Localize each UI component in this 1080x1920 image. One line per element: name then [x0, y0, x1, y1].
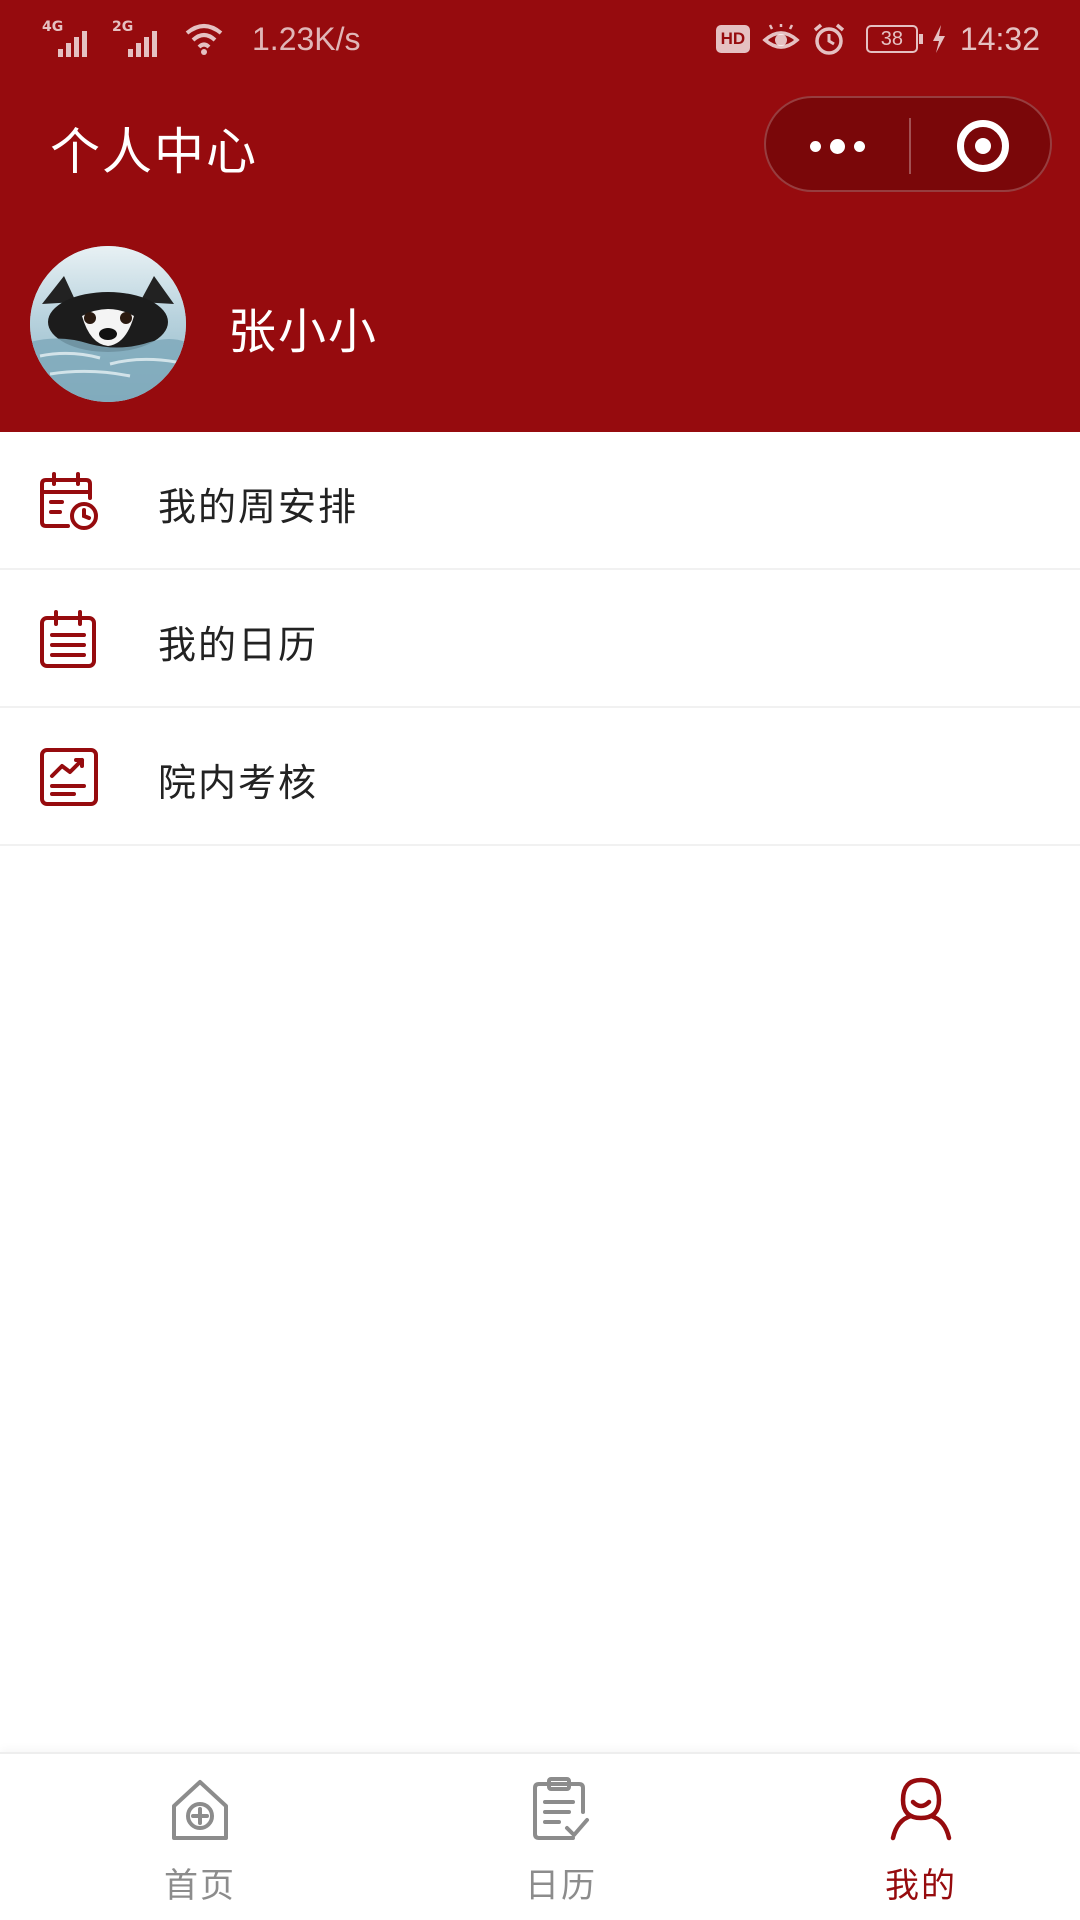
more-icon[interactable] — [766, 98, 909, 194]
avatar[interactable] — [30, 246, 186, 402]
calendar-list-icon — [40, 610, 96, 668]
signal-icon: 2G — [110, 19, 170, 59]
wifi-icon — [185, 24, 223, 55]
menu-item-hospital-assessment[interactable]: 院内考核 — [0, 708, 1080, 846]
mini-program-capsule — [764, 96, 1052, 192]
status-bar: 4G 2G 1.23K/s HD 38 14:32 — [0, 0, 1080, 80]
menu-item-week-schedule[interactable]: 我的周安排 — [0, 432, 1080, 570]
profile-header: 4G 2G 1.23K/s HD 38 14:32 个人中心 张小小 — [0, 0, 1080, 432]
tab-calendar[interactable]: 日历 — [381, 1754, 741, 1920]
tab-label: 日历 — [525, 1866, 597, 1906]
alarm-icon — [813, 23, 845, 55]
clock-time: 14:32 — [959, 20, 1040, 57]
battery-icon: 38 — [865, 25, 923, 53]
charging-icon — [932, 25, 945, 53]
chart-report-icon — [40, 748, 98, 806]
eye-icon — [762, 24, 800, 49]
tab-home[interactable]: 首页 — [20, 1754, 380, 1920]
calendar-clock-icon — [40, 472, 98, 530]
tab-bar: 首页 日历 我的 — [0, 1752, 1080, 1920]
menu-item-label: 院内考核 — [158, 761, 319, 805]
menu-item-label: 我的日历 — [158, 623, 319, 667]
user-name: 张小小 — [228, 304, 379, 360]
close-target-icon[interactable] — [911, 98, 1054, 194]
tab-mine[interactable]: 我的 — [741, 1754, 1080, 1920]
tab-label: 我的 — [885, 1866, 957, 1906]
menu-item-my-calendar[interactable]: 我的日历 — [0, 570, 1080, 708]
network-speed: 1.23K/s — [252, 20, 361, 57]
clipboard-check-icon — [533, 1777, 589, 1840]
hd-badge: HD — [715, 25, 750, 53]
person-icon — [890, 1777, 952, 1841]
menu-list: 我的周安排 我的日历 院内考核 — [0, 432, 1080, 846]
status-left: 4G 2G 1.23K/s — [40, 14, 361, 64]
home-medical-icon — [172, 1780, 228, 1840]
status-right: HD 38 14:32 — [715, 14, 1040, 64]
menu-item-label: 我的周安排 — [158, 485, 359, 529]
tab-label: 首页 — [164, 1866, 236, 1906]
avatar-husky-photo — [30, 246, 186, 402]
page-title: 个人中心 — [50, 123, 258, 181]
signal-icon: 4G — [40, 19, 100, 59]
